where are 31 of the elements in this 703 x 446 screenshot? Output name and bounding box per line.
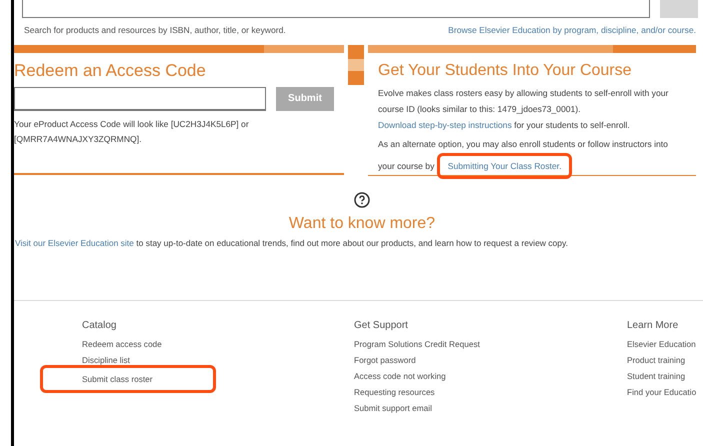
footer-link[interactable]: Elsevier Education bbox=[627, 336, 696, 352]
footer-link[interactable]: Submit support email bbox=[354, 400, 432, 416]
panel-title: Redeem an Access Code bbox=[14, 60, 207, 82]
education-site-link[interactable]: Visit our Elsevier Education site bbox=[15, 238, 134, 248]
footer-heading: Learn More bbox=[627, 318, 678, 333]
code-format-note: Your eProduct Access Code will look like [UC2H3J4K5L6P] or [QMRR7A4WNAJXY3ZQRMNQ]. bbox=[14, 118, 250, 146]
section-title: Want to know more? bbox=[288, 214, 436, 234]
more-paragraph: to stay up-to-date on educational trends, find out more about our products, and learn how to request a review copy. bbox=[135, 238, 568, 248]
footer-link[interactable]: Program Solutions Credit Request bbox=[354, 336, 480, 352]
search-hint: Search for products and resources by ISBN, author, title, or keyword. bbox=[24, 24, 286, 37]
roster-paragraph: As an alternate option, you may also enroll students or follow instructors into your course by Submitting Your Class Roster. bbox=[378, 134, 696, 179]
browse-link[interactable]: Browse Elsevier Education by program, discipline, and/or course. bbox=[448, 24, 696, 37]
footer-link[interactable]: Submit class roster bbox=[82, 370, 153, 387]
footer-link[interactable]: Product training bbox=[627, 352, 686, 368]
footer-link[interactable]: Discipline list bbox=[82, 352, 130, 368]
panel-title: Get Your Students Into Your Course bbox=[378, 60, 633, 81]
footer-link[interactable]: Redeem access code bbox=[82, 336, 162, 352]
accent-stripe bbox=[348, 44, 364, 85]
footer-link[interactable]: Forgot password bbox=[354, 352, 416, 368]
enroll-paragraph: Evolve makes class rosters easy by allowing students to self-enroll with your course ID (looks similar to this: 1479_jdoes73_0001). Download step-by-step instructions for your students to self-enroll. bbox=[378, 86, 670, 132]
footer-link[interactable]: Access code not working bbox=[354, 368, 446, 384]
download-link[interactable]: Download step-by-step instructions bbox=[378, 120, 512, 130]
access-code-field[interactable] bbox=[14, 86, 266, 111]
footer-link[interactable]: Student training bbox=[627, 368, 686, 384]
footer-link[interactable]: Requesting resources bbox=[354, 384, 435, 400]
footer-heading: Catalog bbox=[82, 318, 116, 333]
footer-heading: Get Support bbox=[354, 318, 408, 333]
search-field[interactable] bbox=[22, 0, 650, 18]
roster-link[interactable]: Submitting Your Class Roster. bbox=[448, 160, 562, 171]
footer-link[interactable]: Find your Educatio bbox=[627, 384, 696, 400]
help-icon bbox=[354, 192, 370, 208]
